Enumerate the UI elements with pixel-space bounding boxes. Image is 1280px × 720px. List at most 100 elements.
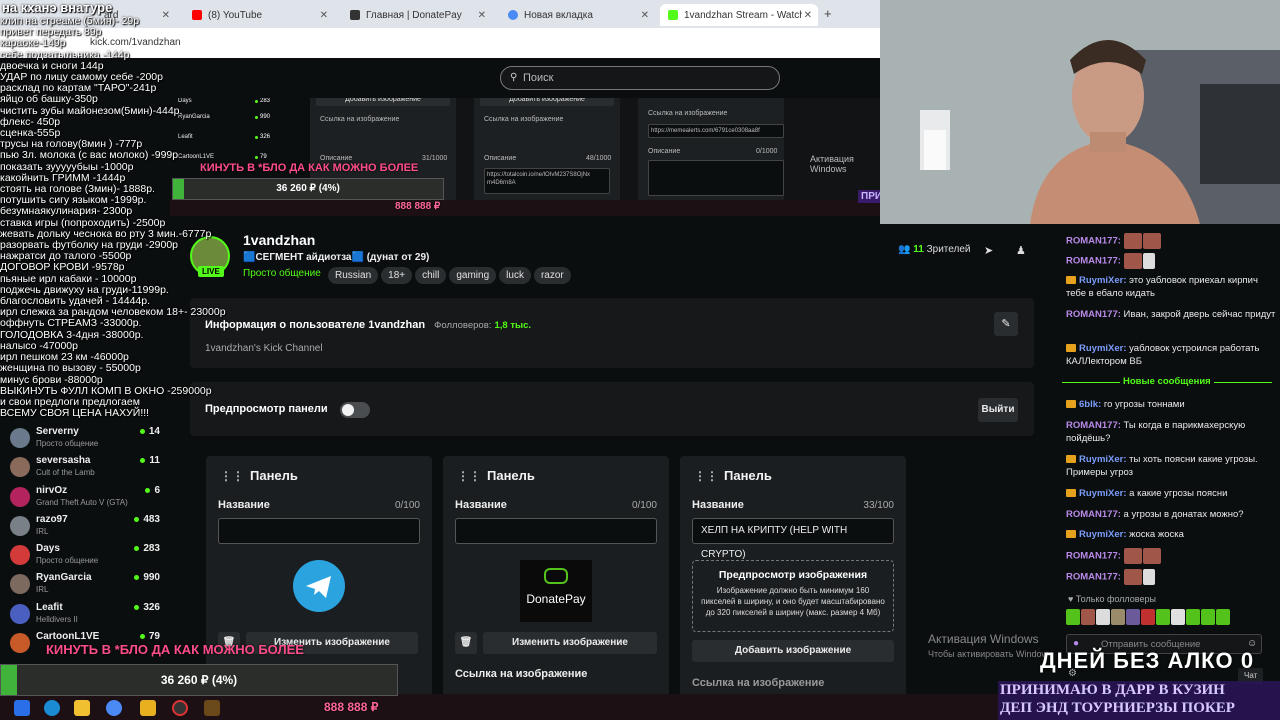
tag-pill[interactable]: gaming <box>449 267 497 284</box>
obs-icon[interactable] <box>172 700 188 716</box>
donation-item: пью 3л. молока (с вас молоко) -999р <box>0 149 179 162</box>
drag-handle-icon[interactable]: ⋮⋮ <box>220 469 244 483</box>
about-title: Информация о пользователе 1vandzhan <box>205 319 426 331</box>
donation-item: караоке-149р <box>0 37 66 50</box>
share-icon[interactable]: ➤ <box>984 244 993 257</box>
windows-start-icon[interactable] <box>14 700 30 716</box>
preview-title: Предпросмотр изображения <box>718 569 868 581</box>
close-icon[interactable]: ✕ <box>478 10 486 21</box>
emote-icon[interactable] <box>1081 608 1095 625</box>
emote-icon[interactable] <box>1141 608 1155 625</box>
panel-title: ⋮⋮ Панель <box>694 468 772 483</box>
change-image-button[interactable]: Изменить изображение <box>483 632 657 654</box>
donation-ticker: 888 888 ₽ <box>324 700 379 714</box>
trash-icon[interactable]: 🗑 <box>455 632 477 654</box>
avatar <box>10 487 30 507</box>
tab-label: Главная | DonatePay <box>366 9 462 21</box>
chrome-icon[interactable] <box>106 700 122 716</box>
emote-icon[interactable] <box>1156 608 1170 625</box>
about-card: Информация о пользователе 1vandzhan Фолл… <box>190 298 1034 368</box>
mini-label: Описание <box>320 155 353 162</box>
panel-preview-toggle[interactable] <box>340 402 370 418</box>
image-preview-dropzone[interactable]: Предпросмотр изображения Изображение дол… <box>692 560 894 632</box>
emote-icon[interactable] <box>1126 608 1140 625</box>
emote-icon <box>1123 569 1142 585</box>
mini-panel-3: Ссылка на изображение https://memealerts… <box>638 98 784 202</box>
warcraft-icon[interactable] <box>204 700 220 716</box>
char-count: 0/100 <box>394 500 420 511</box>
drag-handle-icon[interactable]: ⋮⋮ <box>457 469 481 483</box>
close-icon[interactable]: ✕ <box>804 10 812 21</box>
emote-icon[interactable] <box>1111 608 1125 625</box>
browser-tab-newtab[interactable]: Новая вкладка ✕ <box>500 4 655 26</box>
goal-fill <box>1 665 17 695</box>
chat-message: RuymiXer: уабловок устроился работать КА… <box>1066 343 1260 367</box>
mini-label: Ссылка на изображение <box>484 116 564 123</box>
search-input[interactable]: ⚲ Поиск <box>500 66 780 90</box>
mini-count: 0/1000 <box>756 148 778 155</box>
mini-label: Ссылка на изображение <box>648 110 728 117</box>
new-tab-button[interactable]: + <box>824 6 832 21</box>
emote-icon[interactable] <box>1216 608 1230 625</box>
panel-name-input[interactable] <box>455 518 657 544</box>
sidebar-channel[interactable]: RyanGarcia IRL 990 <box>10 572 160 600</box>
donation-list-title: на кханэ внатуре <box>2 0 113 15</box>
emote-icon[interactable] <box>1096 608 1110 625</box>
drag-handle-icon[interactable]: ⋮⋮ <box>694 469 718 483</box>
emote-icon[interactable] <box>1186 608 1200 625</box>
avatar <box>10 457 30 477</box>
mini-taskbar <box>170 200 880 216</box>
mini-windows-activation: Активация Windows <box>810 154 854 174</box>
stream-title: 🟦СЕГМЕНТ айдиотза🟦 (дунат от 29) <box>243 252 430 263</box>
mini-label: Ссылка на изображение <box>320 116 400 123</box>
panel-title: ⋮⋮ Панель <box>220 468 298 483</box>
emote-icon[interactable] <box>1201 608 1215 625</box>
folder-icon[interactable] <box>74 700 90 716</box>
emote-icon[interactable] <box>1171 608 1185 625</box>
emote-icon <box>1123 233 1142 249</box>
tag-pill[interactable]: Russian <box>328 267 379 284</box>
edit-icon[interactable]: ✎ <box>994 312 1018 336</box>
tag-pill[interactable]: razor <box>533 267 571 284</box>
panel-name-input[interactable] <box>218 518 420 544</box>
tag-pill[interactable]: luck <box>499 267 531 284</box>
channel-name[interactable]: 1vandzhan <box>243 232 315 248</box>
browser-tab-donatepay[interactable]: Главная | DonatePay ✕ <box>342 4 492 26</box>
browser-tab-kick[interactable]: 1vandzhan Stream - Watch Live ✕ <box>660 4 818 26</box>
tag-pill[interactable]: chill <box>415 267 447 284</box>
chat-message: ROMAN177: <box>1066 253 1276 269</box>
panel-name-input[interactable]: ХЕЛП НА КРИПТУ (HELP WITH CRYPTO) <box>692 518 894 560</box>
chat-message: RuymiXer: ты хоть поясни какие угрозы. П… <box>1066 454 1258 478</box>
about-description: 1vandzhan's Kick Channel <box>205 343 323 354</box>
app-icon[interactable] <box>140 700 156 716</box>
sidebar-channel[interactable]: razo97 IRL 483 <box>10 514 160 542</box>
sidebar-channel[interactable]: Serverny Просто общение 14 <box>10 426 160 454</box>
red-banner: КИНУТЬ В *БЛО ДА КАК МОЖНО БОЛЕЕ <box>46 642 304 657</box>
exit-button[interactable]: Выйти <box>978 398 1018 422</box>
panel-title: ⋮⋮ Панель <box>457 468 535 483</box>
sidebar-channel[interactable]: Leafit Helldivers II 326 <box>10 602 160 630</box>
close-icon[interactable]: ✕ <box>320 10 328 21</box>
tags-row: Russian 18+ chill gaming luck razor <box>328 265 574 284</box>
avatar <box>10 633 30 653</box>
add-image-button[interactable]: Добавить изображение <box>692 640 894 662</box>
chat-message: RuymiXer: это уабловок приехал кирпич те… <box>1066 275 1258 299</box>
chat-message: ROMAN177: <box>1066 548 1276 564</box>
days-no-alco: ДНЕЙ БЕЗ АЛКО 0 <box>1040 648 1254 674</box>
sidebar-channel[interactable]: Days Просто общение 283 <box>10 543 160 571</box>
webcam-feed <box>880 0 1280 224</box>
edge-icon[interactable] <box>44 700 60 716</box>
close-icon[interactable]: ✕ <box>641 10 649 21</box>
follow-icon[interactable]: ♟ <box>1016 244 1026 257</box>
days-no-alco-label: ДНЕЙ БЕЗ АЛКО <box>1040 648 1234 673</box>
sidebar-channel[interactable]: nirvOz Grand Theft Auto V (GTA) 6 <box>10 485 160 513</box>
followers-only-row: ♥ Только фолловеры <box>1068 594 1156 604</box>
donation-item: яйцо об башку-350р <box>0 93 98 106</box>
emote-icon <box>1123 253 1142 269</box>
chat-message: ROMAN177: <box>1066 569 1276 585</box>
tag-pill[interactable]: 18+ <box>381 267 413 284</box>
followers-value: 1,8 тыс. <box>494 320 532 331</box>
category-link[interactable]: Просто общение <box>243 268 321 279</box>
sidebar-channel[interactable]: seversasha Cult of the Lamb 11 <box>10 455 160 483</box>
emote-icon[interactable] <box>1066 608 1080 625</box>
